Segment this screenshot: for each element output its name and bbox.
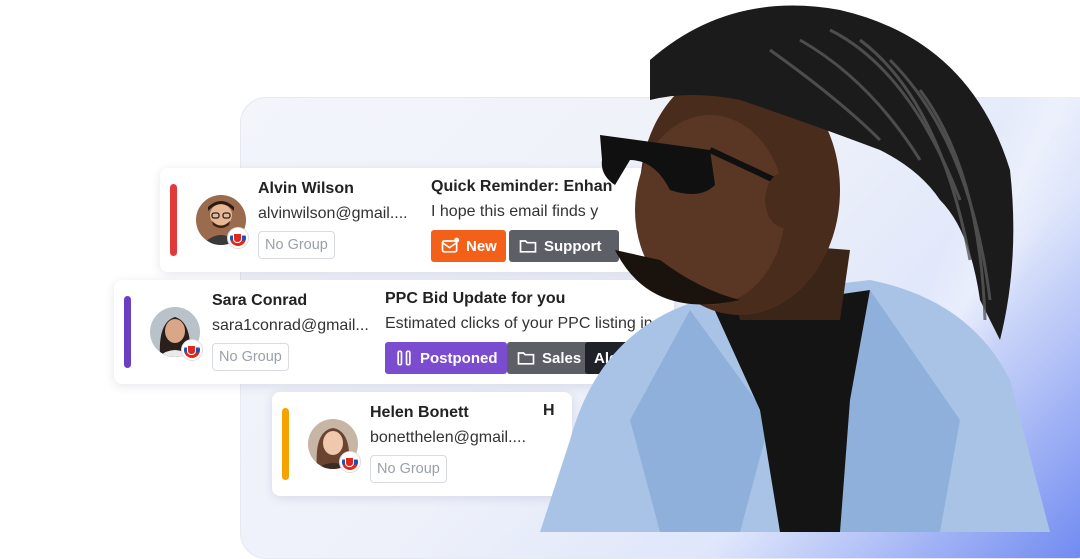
status-tag-label: Postponed (420, 349, 498, 367)
pause-icon (397, 350, 411, 366)
group-badge[interactable]: No Group (370, 455, 447, 483)
country-flag-icon (340, 452, 360, 472)
group-badge[interactable]: No Group (212, 343, 289, 371)
contact-name: Alvin Wilson (258, 180, 354, 197)
group-badge[interactable]: No Group (258, 231, 335, 259)
folder-icon (519, 240, 537, 253)
priority-bar (282, 408, 289, 480)
country-flag-icon (182, 340, 202, 360)
contact-email: sara1conrad@gmail... (212, 317, 369, 334)
contact-name: Sara Conrad (212, 292, 308, 309)
priority-bar (170, 184, 177, 256)
contact-email: bonetthelen@gmail.... (370, 429, 526, 446)
country-flag-icon (228, 228, 248, 248)
ticket-card-helen[interactable]: Helen Bonett bonetthelen@gmail.... No Gr… (272, 392, 572, 496)
contact-name: Helen Bonett (370, 404, 469, 421)
status-tag-label: New (466, 237, 497, 255)
contact-email: alvinwilson@gmail.... (258, 205, 408, 222)
priority-bar (124, 296, 131, 368)
status-tag-postponed[interactable]: Postponed (385, 342, 507, 374)
status-tag-new[interactable]: New (431, 230, 506, 262)
mail-star-icon (441, 237, 460, 253)
person-photo (540, 5, 1050, 532)
folder-icon (517, 352, 535, 365)
